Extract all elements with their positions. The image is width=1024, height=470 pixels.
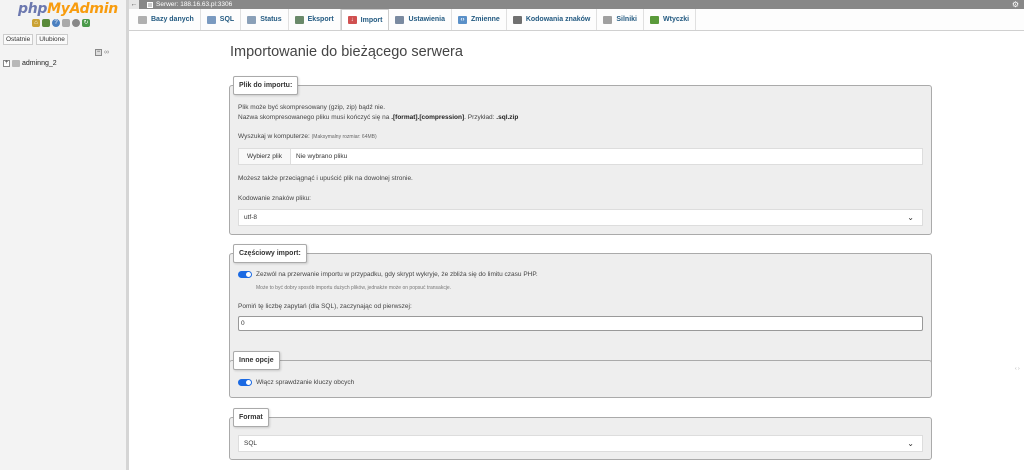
- foreign-key-check-label: Włącz sprawdzanie kluczy obcych: [256, 379, 355, 386]
- choose-file-button[interactable]: Wybierz plik: [239, 149, 291, 164]
- gear-icon[interactable]: ⚙: [1012, 0, 1019, 9]
- nav-resizer[interactable]: [126, 0, 129, 470]
- allow-interrupt-hint: Może to być dobry sposób importu dużych …: [256, 285, 452, 291]
- allow-interrupt-toggle[interactable]: [238, 271, 252, 278]
- tab-settings[interactable]: Ustawienia: [389, 9, 453, 30]
- tab-status[interactable]: Status: [241, 9, 289, 30]
- navigation-panel: phpMyAdmin ⌂ ? ↻ Ostatnie Ulubione − ∞ +…: [0, 0, 129, 470]
- tab-label: Silniki: [616, 16, 637, 23]
- export-icon: [294, 15, 304, 24]
- tab-variables[interactable]: ‹› Zmienne: [452, 9, 507, 30]
- page-title: Importowanie do bieżącego serwera: [230, 44, 463, 60]
- tab-label: Status: [260, 16, 282, 23]
- legend-other-options: Inne opcje: [233, 351, 280, 370]
- foreign-key-check-toggle[interactable]: [238, 379, 252, 386]
- legend-partial-import: Częściowy import:: [233, 244, 307, 263]
- database-name[interactable]: adminng_2: [22, 60, 57, 67]
- server-breadcrumb[interactable]: Serwer: 188.16.63.pl:3306: [147, 1, 232, 8]
- tab-export[interactable]: Eksport: [289, 9, 341, 30]
- wrench-icon: [395, 15, 405, 24]
- fieldset-other-options: Inne opcje Włącz sprawdzanie kluczy obcy…: [229, 351, 932, 398]
- tab-databases[interactable]: Bazy danych: [132, 9, 201, 30]
- database-icon: [138, 15, 147, 24]
- variables-icon: ‹›: [458, 15, 468, 24]
- nav-collapse-controls: − ∞: [95, 49, 109, 56]
- format-select[interactable]: SQL ⌄: [238, 435, 923, 452]
- logout-icon[interactable]: [42, 19, 50, 27]
- server-icon: [147, 1, 153, 8]
- format-value: SQL: [244, 440, 258, 447]
- database-icon: [12, 60, 20, 67]
- charset-value: utf-8: [244, 214, 258, 221]
- console-handle-icon[interactable]: ‹ ›: [1015, 366, 1020, 372]
- nav-tabs: Ostatnie Ulubione: [3, 34, 68, 45]
- help-icon[interactable]: ?: [52, 19, 60, 27]
- top-menu: Bazy danych SQL Status Eksport ↓ Import …: [129, 9, 1024, 31]
- tab-engines[interactable]: Silniki: [597, 9, 644, 30]
- max-size-label: (Maksymalny rozmiar: 64MB): [311, 134, 377, 140]
- skip-queries-label: Pomiń tę liczbę zapytań (dla SQL), zaczy…: [238, 303, 412, 310]
- tab-favorites[interactable]: Ulubione: [36, 34, 68, 45]
- fieldset-partial-import: Częściowy import: Zezwól na przerwanie i…: [229, 244, 932, 369]
- legend-file-import: Plik do importu:: [233, 76, 299, 95]
- allow-interrupt-label: Zezwól na przerwanie importu w przypadku…: [256, 271, 538, 278]
- chevron-down-icon: ⌄: [907, 439, 914, 448]
- sql-icon: [206, 15, 216, 24]
- fieldset-format: Format SQL ⌄: [229, 408, 932, 460]
- tab-label: Kodowania znaków: [525, 16, 591, 23]
- allow-interrupt-option[interactable]: Zezwól na przerwanie importu w przypadku…: [238, 271, 538, 278]
- skip-queries-input[interactable]: 0: [238, 316, 923, 331]
- tab-sql[interactable]: SQL: [201, 9, 242, 30]
- tab-label: Zmienne: [471, 16, 500, 23]
- home-icon[interactable]: ⌂: [32, 19, 40, 27]
- import-icon: ↓: [347, 16, 357, 24]
- tab-label: Eksport: [307, 16, 334, 23]
- file-input[interactable]: Wybierz plik Nie wybrano pliku: [238, 148, 923, 165]
- drag-drop-info: Możesz także przeciągnąć i upuścić plik …: [238, 175, 413, 182]
- settings-icon[interactable]: [72, 19, 80, 27]
- tab-label: Ustawienia: [408, 16, 446, 23]
- tab-label: Bazy danych: [151, 16, 194, 23]
- plugins-icon: [650, 15, 659, 24]
- tab-label: Wtyczki: [663, 16, 690, 23]
- charset-label: Kodowanie znaków pliku:: [238, 195, 311, 202]
- tab-label: Import: [360, 16, 383, 24]
- charsets-icon: [512, 15, 522, 24]
- compression-naming-info: Nazwa skompresowanego pliku musi kończyć…: [238, 114, 519, 121]
- database-tree-item[interactable]: + adminng_2: [3, 60, 57, 67]
- fieldset-file-import: Plik do importu: Plik może być skompreso…: [229, 76, 932, 235]
- server-breadcrumb-bar: ← Serwer: 188.16.63.pl:3306 ⚙: [129, 0, 1024, 9]
- chevron-down-icon: ⌄: [907, 213, 914, 222]
- docs-icon[interactable]: [62, 19, 70, 27]
- tab-recent[interactable]: Ostatnie: [3, 34, 34, 45]
- link-with-main-icon[interactable]: ∞: [104, 49, 109, 56]
- charset-select[interactable]: utf-8 ⌄: [238, 209, 923, 226]
- tab-charsets[interactable]: Kodowania znaków: [507, 9, 598, 30]
- tab-import[interactable]: ↓ Import: [340, 9, 390, 30]
- foreign-key-check-option[interactable]: Włącz sprawdzanie kluczy obcych: [238, 379, 354, 386]
- status-icon: [247, 15, 257, 24]
- tab-label: SQL: [219, 16, 235, 23]
- browse-label: Wyszukaj w komputerze: (Maksymalny rozmi…: [238, 133, 377, 140]
- compression-info: Plik może być skompresowany (gzip, zip) …: [238, 104, 386, 111]
- expand-icon[interactable]: +: [3, 60, 10, 67]
- collapse-all-icon[interactable]: −: [95, 49, 102, 56]
- engines-icon: [603, 15, 613, 24]
- server-label: Serwer: 188.16.63.pl:3306: [156, 1, 233, 8]
- phpmyadmin-logo[interactable]: phpMyAdmin: [18, 1, 118, 17]
- legend-format: Format: [233, 408, 269, 427]
- nav-icon-bar: ⌂ ? ↻: [32, 19, 90, 27]
- reload-icon[interactable]: ↻: [82, 19, 90, 27]
- collapse-arrow-icon[interactable]: ←: [129, 0, 139, 9]
- no-file-label: Nie wybrano pliku: [295, 153, 348, 160]
- tab-plugins[interactable]: Wtyczki: [644, 9, 697, 30]
